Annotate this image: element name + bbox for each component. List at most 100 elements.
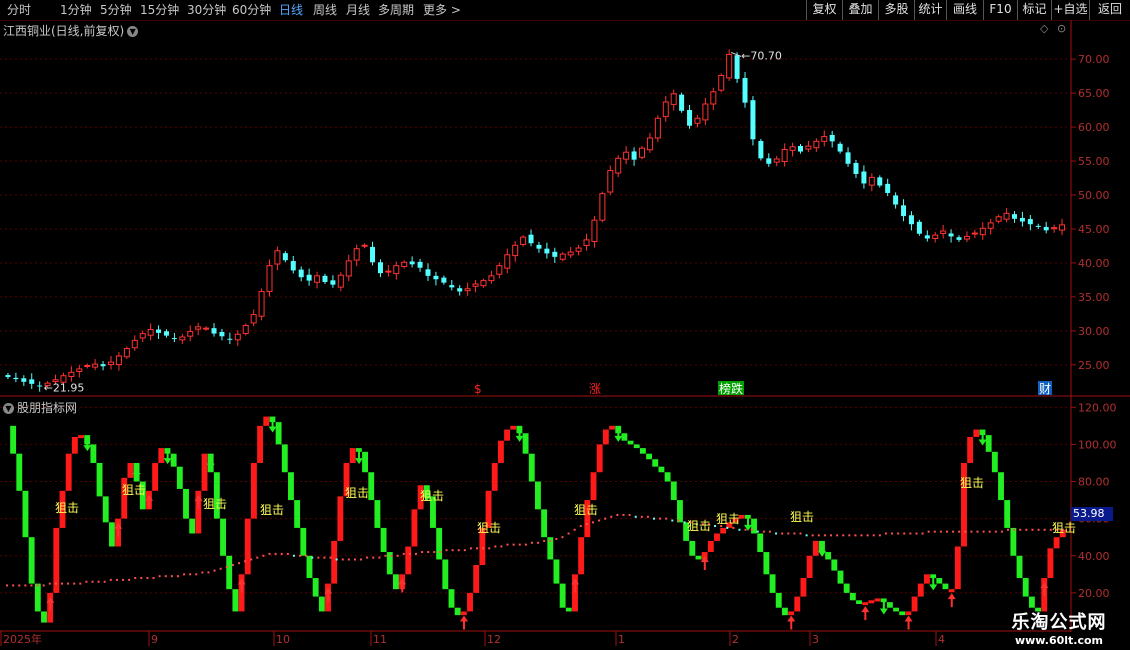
event-marker[interactable]: 榜跌	[718, 381, 744, 396]
candle	[441, 277, 447, 283]
candle	[607, 170, 614, 193]
ma-dot	[1019, 528, 1022, 531]
indicator-bar	[893, 607, 899, 612]
ma-dot	[750, 528, 753, 531]
candle	[337, 274, 344, 288]
x-tick-label: 11	[373, 633, 387, 646]
indicator-bar	[942, 583, 949, 590]
candle	[694, 117, 701, 124]
sell-arrow-icon	[929, 576, 938, 591]
indicator-bar	[658, 466, 665, 473]
ma-dot	[250, 558, 253, 561]
ma-dot	[988, 530, 991, 533]
ma-dot	[262, 554, 265, 557]
indicator-bar	[1010, 527, 1017, 556]
event-marker[interactable]: 财	[1038, 381, 1052, 396]
candle	[417, 261, 423, 268]
candle	[901, 205, 907, 217]
chevron-down-icon[interactable]: ▼	[3, 403, 14, 414]
ma-dot	[146, 577, 149, 580]
candle	[290, 261, 296, 271]
candle	[370, 246, 376, 263]
indicator-bar	[34, 583, 41, 612]
candle	[156, 329, 162, 333]
candle	[480, 280, 487, 287]
ma-dot	[372, 556, 375, 559]
indicator-bar	[349, 448, 356, 463]
indicator-bar	[1004, 500, 1011, 528]
candle	[798, 145, 803, 152]
y-tick-label: 30.00	[1078, 325, 1110, 338]
candle	[5, 375, 11, 378]
candle	[987, 222, 994, 229]
candle	[599, 193, 606, 221]
x-tick-label: 12	[487, 633, 501, 646]
candle	[789, 146, 796, 151]
indicator-bar	[41, 611, 47, 623]
candle	[131, 339, 138, 349]
event-marker[interactable]: $	[474, 382, 482, 396]
ma-dot	[97, 580, 100, 583]
candle	[457, 288, 463, 292]
chevron-down-icon[interactable]: ▼	[127, 26, 139, 37]
indicator-bar	[670, 481, 677, 501]
expand-icon[interactable]: ⊙	[1057, 22, 1066, 35]
ma-dot	[463, 549, 466, 552]
ma-dot	[573, 528, 576, 531]
ma-dot	[799, 532, 802, 535]
candle	[282, 253, 288, 261]
current-value-badge: 53.98	[1071, 507, 1113, 521]
ma-dot	[73, 582, 76, 585]
indicator-bar	[1016, 555, 1023, 579]
indicator-bar	[442, 559, 449, 590]
candle	[520, 236, 527, 245]
y-tick-label: 40.00	[1078, 550, 1110, 563]
candle	[171, 338, 177, 340]
candle	[92, 363, 99, 368]
ma-dot	[781, 532, 784, 535]
candle	[464, 288, 471, 292]
y-tick-label: 20.00	[1078, 587, 1110, 600]
ma-dot	[115, 578, 118, 581]
indicator-bar	[553, 559, 560, 584]
candle	[916, 221, 922, 234]
ma-dot	[549, 539, 552, 542]
indicator-bar	[646, 453, 653, 460]
indicator-bar	[689, 540, 696, 556]
watermark-title: 乐淘公式网	[1011, 612, 1107, 633]
ma-dot	[347, 558, 350, 561]
candle	[631, 151, 637, 160]
candle	[219, 331, 225, 337]
candle	[123, 348, 130, 358]
indicator-bar	[28, 537, 35, 584]
ma-dot	[958, 530, 961, 533]
candle	[115, 355, 122, 366]
candle	[861, 171, 867, 184]
candle	[330, 280, 336, 285]
ma-dot	[933, 530, 936, 533]
ma-dot	[378, 556, 381, 559]
indicator-bar	[936, 578, 943, 584]
indicator-bar	[973, 429, 980, 437]
indicator-bar	[467, 592, 473, 612]
ma-dot	[628, 513, 631, 516]
stock-chart[interactable]: 25.00 30.00 35.00 40.00 45.00 50.00 55.00 60.00…	[0, 0, 1130, 650]
candle	[813, 140, 820, 149]
indicator-bar	[720, 527, 727, 534]
candle	[21, 378, 27, 382]
ma-dot	[616, 513, 619, 516]
ma-dot	[878, 534, 881, 537]
candle	[623, 151, 630, 160]
candle	[781, 149, 788, 162]
diamond-icon[interactable]: ◇	[1040, 22, 1048, 35]
ma-dot	[18, 584, 21, 587]
ma-dot	[341, 558, 344, 561]
ma-dot	[280, 552, 283, 555]
indicator-bar	[362, 451, 368, 473]
candle	[488, 275, 495, 282]
event-marker[interactable]: 涨	[589, 381, 601, 396]
y-tick-label: 60.00	[1078, 121, 1110, 134]
indicator-bar	[1047, 548, 1054, 579]
ma-dot	[231, 564, 234, 567]
indicator-bar	[318, 596, 325, 612]
